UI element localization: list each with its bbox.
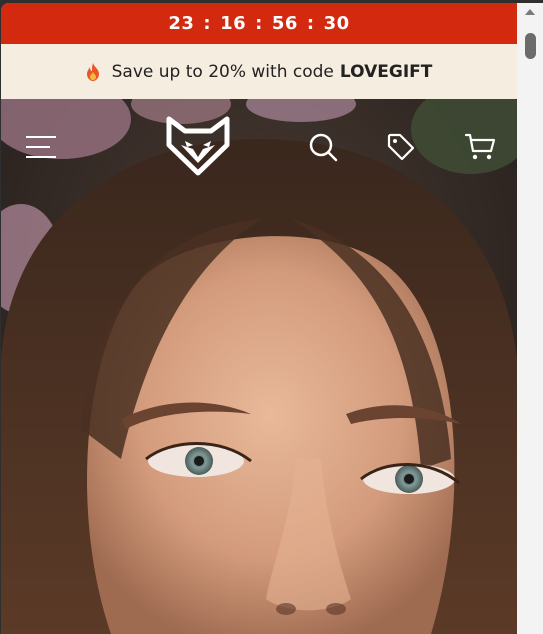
fire-icon bbox=[86, 62, 99, 81]
countdown-separator: : bbox=[306, 13, 315, 34]
countdown-seconds: 56 bbox=[271, 13, 298, 34]
countdown-minutes: 16 bbox=[220, 13, 247, 34]
promo-code: LOVEGIFT bbox=[339, 61, 433, 82]
scroll-up-arrow-icon[interactable] bbox=[525, 9, 535, 15]
site-header bbox=[1, 99, 517, 199]
cart-icon bbox=[464, 133, 496, 160]
hero-image bbox=[1, 99, 517, 634]
search-button[interactable] bbox=[303, 127, 343, 167]
vertical-scrollbar[interactable] bbox=[517, 3, 543, 634]
countdown-bar: 23 : 16 : 56 : 30 bbox=[1, 3, 517, 44]
countdown-centiseconds: 30 bbox=[323, 13, 350, 34]
fox-logo-icon bbox=[166, 116, 230, 176]
menu-button[interactable] bbox=[21, 129, 61, 165]
countdown-separator: : bbox=[255, 13, 263, 34]
page-viewport: 23 : 16 : 56 : 30 Save up to 20% with co… bbox=[1, 3, 517, 634]
search-icon bbox=[309, 133, 338, 162]
browser-window: 23 : 16 : 56 : 30 Save up to 20% with co… bbox=[0, 0, 543, 634]
promo-banner: Save up to 20% with code LOVEGIFT bbox=[1, 44, 517, 99]
countdown-hours: 23 bbox=[168, 13, 195, 34]
countdown-separator: : bbox=[203, 13, 212, 34]
offers-button[interactable] bbox=[381, 127, 421, 167]
cart-button[interactable] bbox=[460, 127, 500, 167]
tag-icon bbox=[387, 133, 415, 161]
site-logo[interactable] bbox=[161, 113, 235, 179]
menu-icon bbox=[26, 136, 56, 158]
promo-text: Save up to 20% with code bbox=[111, 61, 334, 82]
scrollbar-thumb[interactable] bbox=[525, 33, 536, 59]
